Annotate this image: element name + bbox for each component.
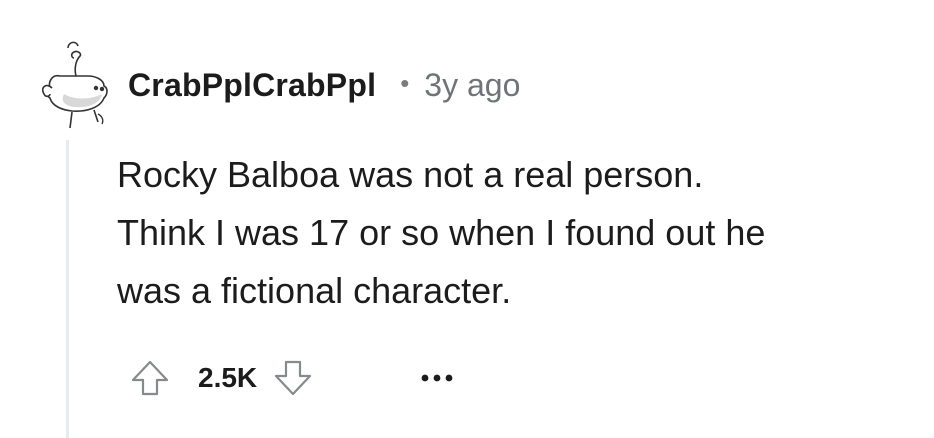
meta-separator: • — [400, 67, 410, 98]
downvote-arrow-icon — [275, 360, 312, 396]
avatar[interactable] — [38, 36, 112, 132]
comment-body: Rocky Balboa was not a real person. Thin… — [117, 146, 917, 320]
vote-score: 2.5K — [198, 362, 258, 393]
thread-line[interactable] — [66, 140, 69, 438]
more-options-icon — [421, 374, 453, 382]
upvote-arrow-icon — [131, 360, 169, 396]
comment-body-line: was a fictional character. — [117, 270, 512, 311]
timestamp[interactable]: 3y ago — [424, 67, 520, 104]
comment-body-line: Rocky Balboa was not a real person. — [117, 154, 704, 195]
more-options-button[interactable] — [416, 363, 458, 393]
comment-body-line: Think I was 17 or so when I found out he — [117, 212, 766, 253]
comment-header: CrabPplCrabPpl • 3y ago — [128, 62, 520, 108]
vote-bar: 2.5K — [126, 352, 317, 404]
upvote-button[interactable] — [126, 354, 174, 402]
comment: CrabPplCrabPpl • 3y ago Rocky Balboa was… — [0, 0, 934, 438]
username[interactable]: CrabPplCrabPpl — [128, 67, 376, 104]
snoo-avatar-icon — [41, 41, 108, 129]
downvote-button[interactable] — [269, 354, 317, 402]
